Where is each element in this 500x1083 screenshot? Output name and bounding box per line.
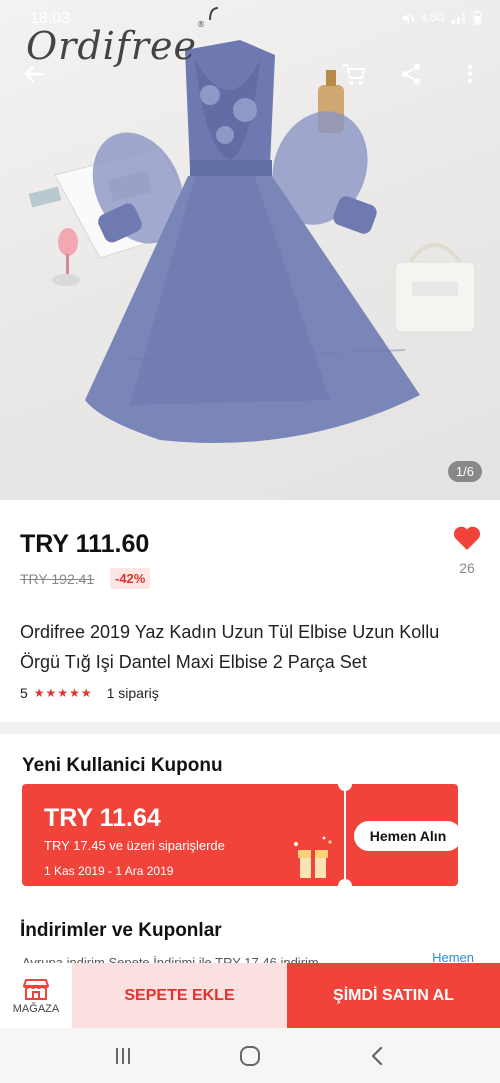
home-button[interactable] — [230, 1036, 270, 1076]
coupon-notch — [338, 879, 352, 893]
rating-value: 5 — [20, 685, 28, 701]
store-icon — [23, 978, 49, 1000]
wishlist-count: 26 — [459, 560, 475, 576]
claim-coupon-button[interactable]: Hemen Alın — [354, 821, 462, 851]
original-price: TRY 192.41 — [20, 571, 95, 587]
discount-badge: -42% — [110, 568, 151, 589]
wishlist-button[interactable]: 26 — [452, 525, 482, 576]
current-price: TRY 111.60 — [20, 530, 150, 558]
share-icon — [402, 64, 420, 84]
coupon-section-title: Yeni Kullanici Kuponu — [22, 755, 223, 776]
section-divider — [0, 722, 500, 734]
coupon-dates: 1 Kas 2019 - 1 Ara 2019 — [44, 864, 174, 878]
gift-icon — [294, 836, 332, 878]
image-counter: 1/6 — [447, 461, 482, 482]
buy-now-button[interactable]: ŞİMDİ SATIN AL — [287, 963, 500, 1028]
more-vertical-icon — [467, 64, 473, 84]
back-button[interactable] — [16, 56, 52, 92]
discounts-section-title: İndirimler ve Kuponlar — [20, 920, 222, 941]
coupon-notch — [338, 777, 352, 791]
share-button[interactable] — [393, 56, 429, 92]
recent-apps-icon — [116, 1047, 131, 1064]
store-label: MAĞAZA — [12, 1002, 60, 1015]
coupon-amount: TRY 11.64 — [44, 804, 161, 832]
system-back-button[interactable] — [357, 1036, 397, 1076]
order-count: 1 sipariş — [106, 685, 159, 701]
cart-button[interactable] — [336, 56, 372, 92]
chevron-left-icon — [371, 1046, 382, 1065]
battery-icon — [473, 10, 482, 25]
bottom-action-bar: MAĞAZA SEPETE EKLE ŞİMDİ SATIN AL — [0, 963, 500, 1028]
more-options-button[interactable] — [452, 56, 488, 92]
arrow-left-icon — [24, 65, 45, 83]
discounts-peek-text: Avrupa indirim Sepete İndirimi ile TRY 1… — [22, 955, 319, 963]
signal-icon — [452, 12, 465, 24]
status-icons: 4.5G — [401, 10, 482, 25]
new-user-coupon: TRY 11.64 TRY 17.45 ve üzeri siparişlerd… — [22, 777, 462, 893]
rating-row[interactable]: 5 ★★★★★ 1 sipariş — [20, 685, 159, 701]
heart-icon — [453, 526, 481, 550]
network-label: 4.5G — [421, 11, 445, 24]
product-image-gallery[interactable]: 18:03 4.5G Ordifree® 1/6 — [0, 0, 500, 500]
recent-apps-button[interactable] — [103, 1036, 143, 1076]
coupon-condition: TRY 17.45 ve üzeri siparişlerde — [44, 838, 225, 853]
star-icons: ★★★★★ — [33, 686, 93, 700]
home-circle-icon — [239, 1045, 260, 1066]
brand-logo: Ordifree® — [26, 20, 207, 68]
product-title: Ordifree 2019 Yaz Kadın Uzun Tül Elbise … — [20, 622, 440, 672]
system-navigation-bar — [0, 1028, 500, 1083]
add-to-cart-button[interactable]: SEPETE EKLE — [72, 963, 287, 1028]
store-button[interactable]: MAĞAZA — [0, 963, 72, 1028]
mute-icon — [403, 12, 415, 23]
cart-icon — [343, 64, 365, 85]
